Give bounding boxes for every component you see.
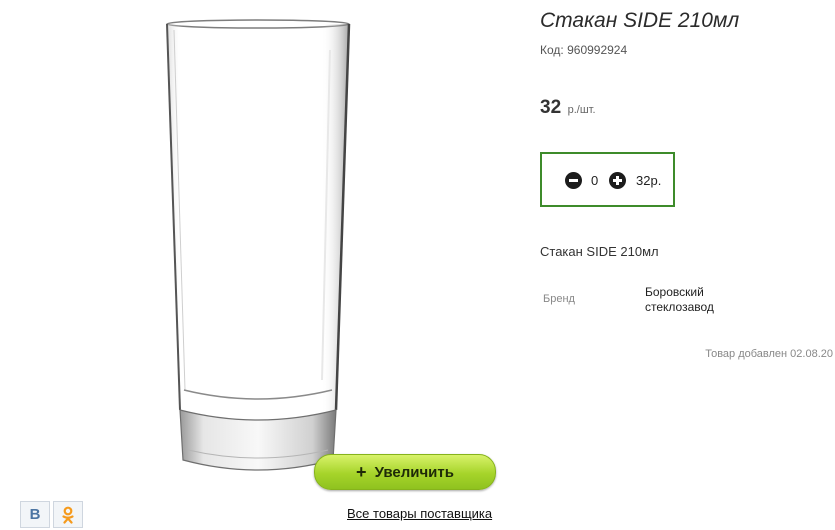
supplier-products-link[interactable]: Все товары поставщика — [347, 506, 492, 521]
vk-icon: В — [29, 506, 41, 523]
product-price: 32 р./шт. — [540, 97, 596, 119]
glass-image — [166, 19, 351, 471]
plus-icon: + — [356, 461, 367, 482]
attribute-value-brand: Боровский стеклозавод — [645, 285, 714, 314]
ok-share-button[interactable] — [53, 501, 83, 528]
vk-share-button[interactable]: В — [20, 501, 50, 528]
zoom-button-label: Увеличить — [374, 463, 454, 481]
quantity-value: 0 — [591, 173, 599, 188]
cart-total: 32р. — [636, 173, 662, 188]
quantity-stepper: 0 32р. — [540, 152, 675, 207]
product-image[interactable] — [28, 10, 488, 490]
zoom-button[interactable]: + Увеличить — [314, 454, 496, 490]
plus-circle-icon[interactable] — [609, 172, 626, 189]
added-date: Товар добавлен 02.08.20 — [705, 348, 833, 360]
price-value: 32 — [540, 97, 562, 118]
odnoklassniki-icon — [62, 506, 74, 524]
product-code-value: 960992924 — [567, 43, 628, 57]
product-code: Код: 960992924 — [540, 43, 627, 57]
attribute-label-brand: Бренд — [543, 293, 575, 305]
social-share: В — [20, 501, 83, 528]
minus-icon[interactable] — [565, 172, 582, 189]
price-unit: р./шт. — [567, 104, 596, 116]
product-title: Стакан SIDE 210мл — [540, 9, 740, 32]
product-description: Стакан SIDE 210мл — [540, 244, 659, 259]
product-code-label: Код: — [540, 43, 564, 57]
